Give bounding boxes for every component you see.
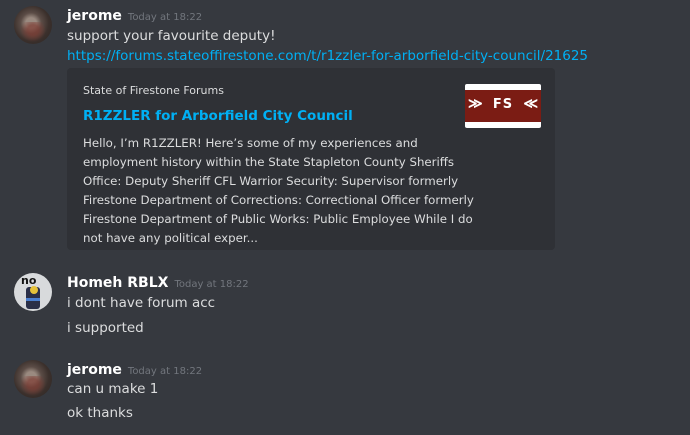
message-text: ok thanks	[67, 405, 133, 421]
embed-description: Hello, I’m R1ZZLER! Here’s some of my ex…	[83, 134, 474, 248]
message-timestamp: Today at 18:22	[127, 12, 203, 23]
embed-description-line: Firestone Department of Corrections: Cor…	[83, 193, 474, 207]
embed-thumbnail[interactable]: ≫ FS ≪	[465, 84, 541, 128]
message-timestamp: Today at 18:22	[174, 279, 249, 290]
link-embed: State of Firestone Forums R1ZZLER for Ar…	[67, 68, 555, 250]
message-link[interactable]: https://forums.stateoffirestone.com/t/r1…	[67, 48, 588, 64]
message-text: can u make 1	[67, 381, 159, 397]
message-text: i dont have forum acc	[67, 295, 216, 311]
message-timestamp: Today at 18:22	[127, 366, 203, 377]
chevron-left-icon: ≪	[523, 96, 538, 112]
avatar[interactable]: no	[14, 273, 52, 311]
message-text: i supported	[67, 320, 144, 336]
embed-provider: State of Firestone Forums	[83, 84, 224, 97]
avatar[interactable]	[14, 360, 52, 398]
avatar-figure-hand	[30, 286, 38, 294]
avatar[interactable]	[14, 6, 52, 44]
message-text: support your favourite deputy!	[67, 28, 276, 44]
embed-description-line: Firestone Department of Public Works: Pu…	[83, 212, 473, 226]
username[interactable]: jerome Today at 18:22	[67, 8, 202, 24]
embed-description-line: Office: Deputy Sheriff CFL Warrior Secur…	[83, 174, 459, 188]
username[interactable]: jerome Today at 18:22	[67, 362, 202, 378]
embed-description-line: not have any political exper...	[83, 231, 258, 245]
embed-title[interactable]: R1ZZLER for Arborfield City Council	[83, 108, 353, 124]
embed-description-line: Hello, I’m R1ZZLER! Here’s some of my ex…	[83, 136, 418, 150]
username[interactable]: Homeh RBLX Today at 18:22	[67, 275, 249, 291]
embed-description-line: employment history within the State Stap…	[83, 155, 455, 169]
avatar-figure-belt	[26, 298, 40, 301]
